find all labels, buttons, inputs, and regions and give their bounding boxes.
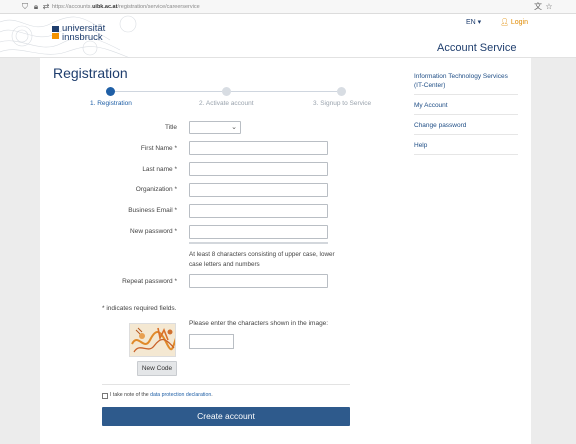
login-label: Login: [510, 19, 528, 26]
address-bar[interactable]: https://accounts.uibk.ac.at/registration…: [52, 2, 200, 12]
declaration-text: I take note of the data protection decla…: [110, 392, 213, 398]
bookmark-star-icon[interactable]: ☆: [544, 2, 554, 12]
business-email-input[interactable]: [189, 204, 328, 218]
new-password-label: New password *: [130, 228, 177, 235]
language-selector[interactable]: EN ▾: [466, 18, 481, 26]
login-link[interactable]: 👤︎ Login: [500, 18, 528, 26]
sidebar-item-my-account[interactable]: My Account: [414, 99, 518, 115]
sidebar-item-help[interactable]: Help: [414, 139, 518, 155]
required-fields-note: * indicates required fields.: [102, 305, 177, 312]
business-email-label: Business Email *: [128, 207, 177, 214]
page-title: Registration: [53, 65, 128, 81]
chevron-down-icon: ⌄: [231, 124, 237, 131]
new-password-input[interactable]: [189, 225, 328, 239]
browser-toolbar: ⛉ 🔒︎ ⇄ https://accounts.uibk.ac.at/regis…: [0, 0, 576, 14]
title-select[interactable]: ⌄: [189, 121, 241, 134]
step-label-2: 2. Activate account: [199, 100, 254, 107]
repeat-password-input[interactable]: [189, 274, 328, 288]
logo-mark: [52, 26, 59, 39]
organization-input[interactable]: [189, 183, 328, 197]
site-header: universität innsbruck EN ▾ 👤︎ Login Acco…: [0, 14, 576, 58]
divider: [102, 384, 350, 385]
repeat-password-label: Repeat password *: [122, 278, 177, 285]
step-label-1: 1. Registration: [90, 100, 132, 107]
data-protection-link[interactable]: data protection declaration: [150, 392, 211, 398]
password-hint: At least 8 characters consisting of uppe…: [189, 251, 335, 268]
translate-icon[interactable]: 文: [533, 2, 543, 12]
captcha-input[interactable]: [189, 334, 234, 349]
title-label: Title: [164, 124, 177, 131]
first-name-input[interactable]: [189, 141, 328, 155]
step-label-3: 3. Signup to Service: [313, 100, 372, 107]
sidebar-item-it-center[interactable]: Information Technology Services (IT-Cent…: [414, 70, 518, 95]
step-dot-2: [222, 87, 231, 96]
shield-icon[interactable]: ⛉: [20, 2, 30, 12]
captcha-graphic: [130, 324, 175, 356]
user-icon: 👤︎: [500, 19, 509, 26]
create-account-button[interactable]: Create account: [102, 407, 350, 426]
password-strength-bar: [189, 242, 328, 244]
last-name-input[interactable]: [189, 162, 328, 176]
step-dot-1: [106, 87, 115, 96]
logo-line-2: innsbruck: [62, 32, 103, 43]
captcha-prompt: Please enter the characters shown in the…: [189, 320, 329, 327]
organization-label: Organization *: [135, 186, 177, 193]
declaration-checkbox[interactable]: [102, 393, 108, 399]
new-code-button[interactable]: New Code: [137, 361, 177, 376]
declaration-prefix: I take note of the: [110, 392, 151, 398]
last-name-label: Last name *: [142, 166, 177, 173]
step-connector: [231, 91, 337, 92]
sidebar-item-change-password[interactable]: Change password: [414, 119, 518, 135]
declaration-suffix: .: [211, 392, 213, 398]
first-name-label: First Name *: [140, 145, 177, 152]
permissions-icon[interactable]: ⇄: [41, 2, 51, 12]
step-dot-3: [337, 87, 346, 96]
service-title: Account Service: [437, 42, 517, 54]
captcha-image: [129, 323, 176, 357]
sidebar-nav: Information Technology Services (IT-Cent…: [414, 70, 518, 159]
lock-icon[interactable]: 🔒︎: [31, 2, 41, 12]
step-connector: [115, 91, 222, 92]
